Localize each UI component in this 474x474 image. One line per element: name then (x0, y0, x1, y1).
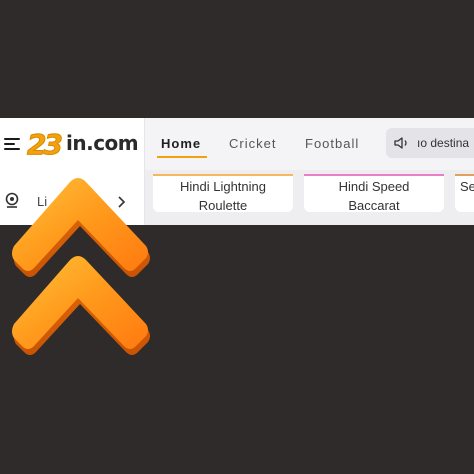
tab-football[interactable]: Football (305, 136, 359, 151)
logo-text[interactable]: in.com (66, 131, 139, 155)
game-card-title-line2: Roulette (198, 198, 248, 213)
game-card-partial[interactable]: Se (455, 174, 474, 212)
double-chevron-up-icon[interactable] (8, 170, 154, 356)
speaker-icon (394, 137, 407, 149)
game-card-title-line1: Hindi Speed (338, 179, 410, 194)
tab-cricket[interactable]: Cricket (229, 136, 276, 151)
menu-icon[interactable] (4, 136, 22, 152)
game-card-title-line2: Baccarat (348, 198, 400, 213)
game-card-title-line1: Hindi Lightning (179, 179, 266, 194)
announcement-text: ıo destina (417, 136, 470, 150)
game-card-hindi-lightning-roulette[interactable]: Hindi Lightning Roulette (153, 174, 293, 213)
game-card-hindi-speed-baccarat[interactable]: Hindi Speed Baccarat (304, 174, 444, 213)
tab-home[interactable]: Home (156, 136, 208, 158)
game-card-title-line1: Se (460, 179, 474, 194)
logo-mark[interactable]: 23 (27, 128, 64, 162)
